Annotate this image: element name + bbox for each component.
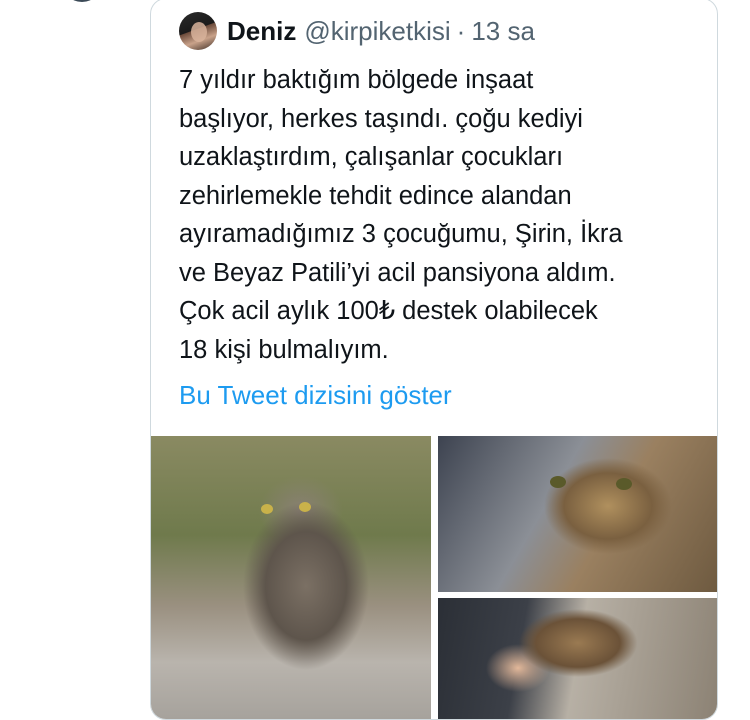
tweet-text-line: 18 kişi bulmalıyım. [179, 335, 389, 364]
tweet-text-line: ve Beyaz Patili’yi acil pansiyona aldım. [179, 258, 616, 287]
user-handle[interactable]: @kirpiketkisi [304, 16, 450, 47]
cat-photo-tabby-closeup[interactable] [438, 436, 717, 592]
separator-dot: · [456, 15, 466, 46]
media-grid [151, 436, 717, 719]
quoted-tweet-card[interactable]: Deniz @kirpiketkisi · 13 sa 7 yıldır bak… [150, 0, 718, 720]
tweet-text-line: zehirlemekle tehdit edince alandan [179, 181, 572, 210]
cat-eye [616, 478, 632, 490]
show-thread-link[interactable]: Bu Tweet dizisini göster [179, 380, 452, 411]
display-name[interactable]: Deniz [227, 16, 296, 47]
cat-photo-held[interactable] [438, 598, 717, 719]
cat-eye [261, 504, 273, 514]
tweet-text-line: ayıramadığımız 3 çocuğumu, Şirin, İkra [179, 220, 623, 248]
cat-photo-longhair[interactable] [151, 436, 431, 719]
tweet-text-line: 7 yıldır baktığım bölgede inşaat [179, 66, 534, 94]
avatar[interactable] [179, 12, 217, 50]
cat-eye [550, 476, 566, 488]
quoted-tweet-header: Deniz @kirpiketkisi · 13 sa [179, 11, 535, 51]
tweet-text: 7 yıldır baktığım bölgede inşaat başlıyo… [179, 61, 699, 369]
tweet-text-line: uzaklaştırdım, çalışanlar çocukları [179, 143, 564, 171]
cat-eye [299, 502, 311, 512]
tweet-text-line: başlıyor, herkes taşındı. çoğu kediyi [179, 104, 583, 133]
previous-tweet-avatar[interactable] [62, 0, 102, 2]
tweet-text-line: Çok acil aylık 100₺ destek olabilecek [179, 297, 598, 325]
timestamp[interactable]: 13 sa [471, 16, 535, 47]
